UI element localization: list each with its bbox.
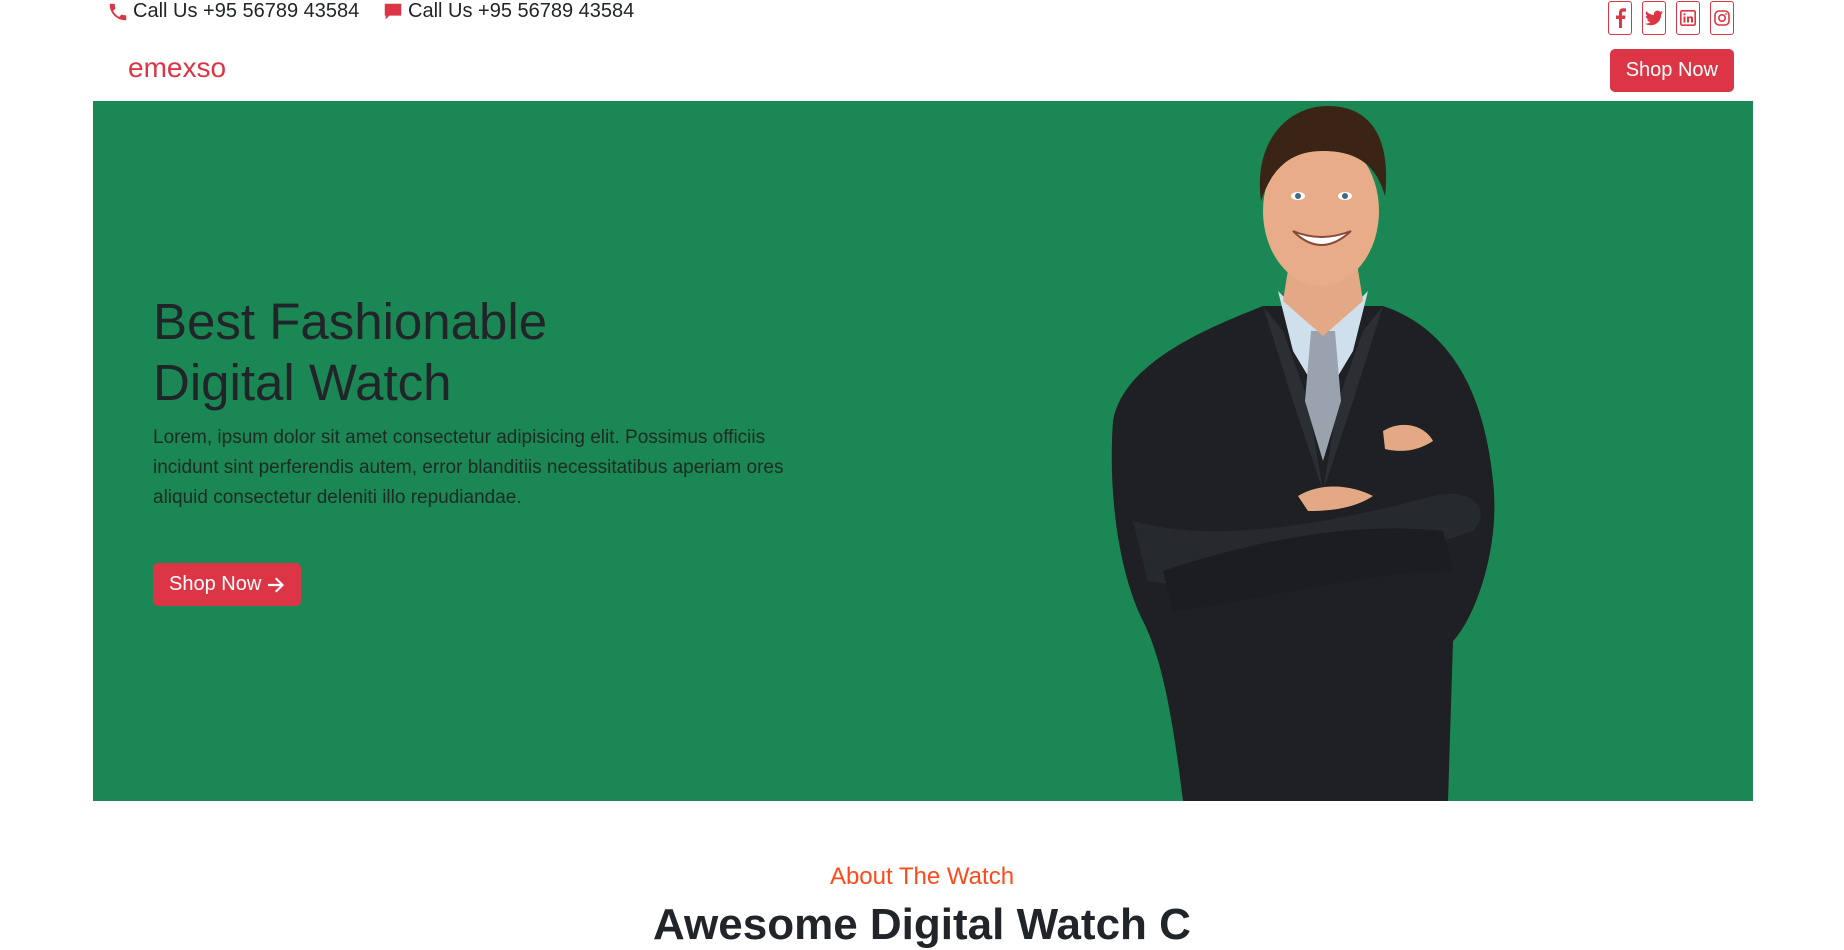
hero-title: Best Fashionable Digital Watch [153, 291, 713, 413]
linkedin-link[interactable] [1676, 1, 1700, 35]
phone-contact-text: Call Us +95 56789 43584 [133, 0, 360, 22]
chat-contact: Call Us +95 56789 43584 [382, 0, 634, 23]
phone-contact: Call Us +95 56789 43584 [107, 0, 359, 23]
navbar: emexso Shop Now [0, 42, 1844, 98]
top-contact-bar: Call Us +95 56789 43584 Call Us +95 5678… [0, 0, 1844, 35]
instagram-icon [1714, 10, 1730, 26]
about-title: Awesome Digital Watch C [653, 900, 1191, 949]
hero-model-image [1111, 106, 1495, 801]
hero-description: Lorem, ipsum dolor sit amet consectetur … [153, 427, 784, 508]
instagram-link[interactable] [1710, 1, 1734, 35]
hero-shop-now-button[interactable]: Shop Now [153, 563, 302, 606]
linkedin-icon [1680, 10, 1696, 26]
facebook-icon [1616, 8, 1626, 28]
hero-section: Best Fashionable Digital Watch Lorem, ip… [93, 101, 1753, 801]
nav-shop-now-button[interactable]: Shop Now [1609, 49, 1734, 92]
about-subtitle: About The Watch [829, 863, 1015, 890]
chat-contact-text: Call Us +95 56789 43584 [408, 0, 635, 22]
hero-title-line1: Best Fashionable [153, 293, 548, 350]
arrow-right-icon [268, 577, 285, 592]
twitter-icon [1645, 10, 1663, 26]
social-links [1608, 1, 1734, 35]
hero-title-line2: Digital Watch [153, 354, 452, 411]
chat-icon [382, 1, 404, 23]
phone-icon [107, 1, 129, 23]
hero-button-label: Shop Now [169, 573, 262, 595]
facebook-link[interactable] [1608, 1, 1632, 35]
brand-logo[interactable]: emexso [128, 52, 226, 84]
twitter-link[interactable] [1642, 1, 1666, 35]
